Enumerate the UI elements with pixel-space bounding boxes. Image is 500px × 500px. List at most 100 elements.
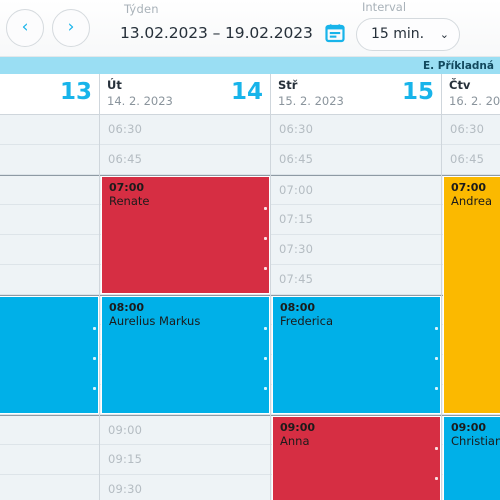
event-resize-handle[interactable] (93, 357, 96, 360)
day-column-1: Út14. 2. 20231406:3006:4507:0007:1507:30… (100, 74, 271, 500)
resource-bar: E. Příkladná (0, 57, 500, 74)
resource-name: E. Příkladná (422, 59, 494, 72)
event-time: 08:00 (280, 301, 316, 314)
calendar-event[interactable]: 09:00 Anna (272, 416, 441, 500)
calendar-event[interactable]: 07:00 Renate (101, 176, 270, 294)
previous-week-button[interactable]: ‹ (6, 9, 44, 47)
event-title: Andrea (451, 194, 493, 208)
calendar-event[interactable]: 08:00 Aurelius Markus (101, 296, 270, 414)
interval-caption: Interval (362, 0, 407, 14)
event-time: 08:00 (109, 301, 145, 314)
event-resize-handle[interactable] (435, 357, 438, 360)
time-slot-label: 09:00 (108, 423, 143, 437)
time-slot-label: 07:30 (279, 242, 314, 256)
event-title: Frederica (280, 314, 333, 328)
time-slot[interactable]: 07:45 (271, 265, 441, 295)
time-slot[interactable]: 07:45 (0, 265, 99, 295)
event-resize-handle[interactable] (435, 387, 438, 390)
time-slot[interactable]: 09:30 (100, 475, 270, 500)
time-slot[interactable]: 06:45 (442, 145, 500, 175)
day-of-week-label: Út (107, 78, 122, 92)
time-slot-label: 06:30 (279, 122, 314, 136)
day-number: 14 (230, 79, 263, 105)
event-resize-handle[interactable] (93, 387, 96, 390)
day-date-label: 16. 2. 202 (449, 94, 500, 108)
day-header[interactable]: Stř 15. 2. 2023 15 (271, 74, 441, 115)
time-slot[interactable]: 07:00 (271, 175, 441, 205)
time-slot-label: 06:45 (108, 152, 143, 166)
day-header[interactable]: Čtv 16. 2. 202 (442, 74, 500, 115)
time-slot-label: 06:30 (108, 122, 143, 136)
event-resize-handle[interactable] (264, 327, 267, 330)
event-resize-handle[interactable] (264, 387, 267, 390)
day-date-label: 14. 2. 2023 (107, 94, 173, 108)
day-number: 15 (401, 79, 434, 105)
date-range-value: 13.02.2023 – 19.02.2023 (120, 24, 313, 42)
time-slot[interactable]: 07:15 (271, 205, 441, 235)
event-resize-handle[interactable] (264, 357, 267, 360)
day-of-week-label: Stř (278, 78, 298, 92)
time-slot[interactable]: 09:15 (100, 445, 270, 475)
event-title: Anna (280, 434, 310, 448)
calendar-event[interactable] (0, 296, 99, 414)
day-of-week-label: Čtv (449, 78, 471, 92)
time-slot[interactable]: 06:45 (0, 145, 99, 175)
time-slot-label: 07:00 (279, 183, 314, 197)
event-time: 07:00 (109, 181, 145, 194)
event-resize-handle[interactable] (435, 327, 438, 330)
event-resize-handle[interactable] (264, 267, 267, 270)
time-slot[interactable]: 06:30 (0, 115, 99, 145)
time-slot[interactable]: 06:30 (271, 115, 441, 145)
chevron-down-icon: ⌄ (439, 27, 449, 41)
chevron-left-icon: ‹ (21, 16, 29, 37)
time-slot[interactable]: 06:45 (100, 145, 270, 175)
interval-group: Interval 15 min. ⌄ (356, 0, 460, 57)
day-column-inner: Stř 15. 2. 2023 15 06:30 06:45 07:00 07:15 07:3… (271, 74, 441, 500)
day-date-label: 15. 2. 2023 (278, 94, 344, 108)
day-header[interactable]: 13 (0, 74, 99, 115)
event-resize-handle[interactable] (264, 207, 267, 210)
event-resize-handle[interactable] (435, 447, 438, 450)
event-title: Christian (451, 434, 500, 448)
time-slot[interactable]: 07:30 (271, 235, 441, 265)
time-slot[interactable]: 09:00 (0, 415, 99, 445)
day-number: 13 (59, 79, 92, 105)
next-week-button[interactable]: › (52, 9, 90, 47)
day-column-inner: Út14. 2. 20231406:3006:4507:0007:1507:30… (100, 74, 270, 500)
time-slot[interactable]: 09:30 (0, 475, 99, 500)
time-slot[interactable]: 06:45 (271, 145, 441, 175)
event-resize-handle[interactable] (264, 237, 267, 240)
interval-value: 15 min. (371, 26, 425, 42)
time-slot-label: 07:15 (279, 212, 314, 226)
calendar-grid: 1306:3006:4507:0007:1507:3007:4508:0008:… (0, 74, 500, 500)
event-time: 09:00 (280, 421, 316, 434)
time-slot[interactable]: 06:30 (100, 115, 270, 145)
time-slot[interactable]: 09:15 (0, 445, 99, 475)
time-slot[interactable]: 06:30 (442, 115, 500, 145)
time-slot-label: 06:45 (279, 152, 314, 166)
calendar-event[interactable]: 07:00 Andrea (443, 176, 500, 414)
event-resize-handle[interactable] (93, 327, 96, 330)
event-time: 07:00 (451, 181, 487, 194)
time-slot[interactable]: 07:15 (0, 205, 99, 235)
time-slot[interactable]: 07:30 (0, 235, 99, 265)
date-range-group: Týden 13.02.2023 – 19.02.2023 (120, 0, 345, 57)
calendar-event[interactable]: 08:00 Frederica (272, 296, 441, 414)
day-column-2: Stř 15. 2. 2023 15 06:30 06:45 07:00 07:15 07:3… (271, 74, 442, 500)
calendar-event[interactable]: 09:00 Christian (443, 416, 500, 500)
day-column-inner: Čtv16. 2. 20206:3006:4507:0007:1507:3007… (442, 74, 500, 500)
event-resize-handle[interactable] (435, 477, 438, 480)
calendar-icon[interactable] (325, 23, 345, 43)
event-time: 09:00 (451, 421, 487, 434)
toolbar: ‹ › Týden 13.02.2023 – 19.02.2023 Interv… (0, 0, 500, 57)
day-column-inner: 1306:3006:4507:0007:1507:3007:4508:0008:… (0, 74, 99, 500)
time-slot-label: 06:45 (450, 152, 485, 166)
time-slot[interactable]: 07:00 (0, 175, 99, 205)
day-column-0: 1306:3006:4507:0007:1507:3007:4508:0008:… (0, 74, 100, 500)
day-header[interactable]: Út 14. 2. 2023 14 (100, 74, 270, 115)
event-title: Renate (109, 194, 150, 208)
time-slot-label: 09:15 (108, 452, 143, 466)
time-slot[interactable]: 09:00 (100, 415, 270, 445)
time-slot-label: 07:45 (279, 272, 314, 286)
interval-select[interactable]: 15 min. ⌄ (356, 17, 460, 51)
